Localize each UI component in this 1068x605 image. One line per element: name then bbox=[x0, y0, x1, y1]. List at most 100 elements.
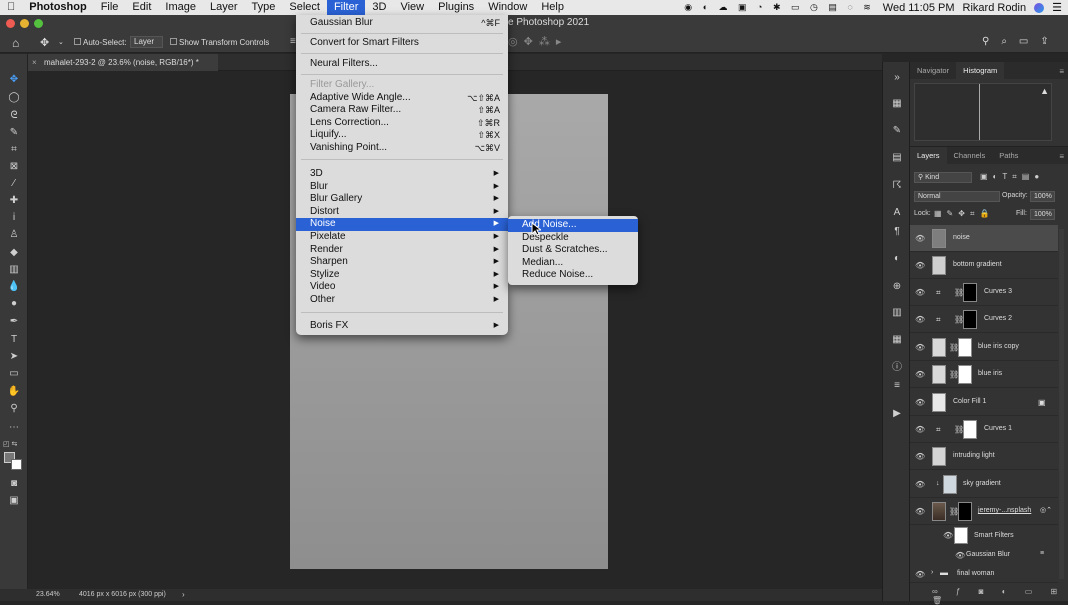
close-tab-icon[interactable]: × bbox=[32, 54, 37, 71]
quick-select-tool-icon[interactable]: ✎ bbox=[7, 127, 21, 139]
menu-item-noise[interactable]: Noise ▶ bbox=[296, 218, 508, 231]
layer-row[interactable]: 👁 intruding light bbox=[910, 443, 1058, 470]
document-tab[interactable]: × mahalet-293-2 @ 23.6% (noise, RGB/16*)… bbox=[28, 54, 218, 71]
menubar-user[interactable]: Rikard Rodin bbox=[963, 2, 1027, 14]
menu-item-sharpen[interactable]: Sharpen ▶ bbox=[296, 256, 508, 269]
timeline-play-icon[interactable]: ▶ bbox=[891, 408, 903, 420]
menu-window[interactable]: Window bbox=[481, 0, 534, 15]
quick-mask-icon[interactable]: ◙ bbox=[7, 478, 21, 490]
blur-tool-icon[interactable]: 💧 bbox=[7, 281, 21, 293]
menu-item-camera-raw[interactable]: Camera Raw Filter... ⇧⌘A bbox=[296, 104, 508, 117]
visibility-eye-icon[interactable]: 👁 bbox=[915, 507, 925, 516]
visibility-eye-icon[interactable]: 👁 bbox=[915, 480, 925, 489]
screen-mode-icon[interactable]: ▣ bbox=[7, 495, 21, 507]
tab-histogram[interactable]: Histogram bbox=[956, 62, 1005, 79]
clone-stamp-tool-icon[interactable]: ♙ bbox=[7, 229, 21, 241]
layer-row[interactable]: 👁 noise bbox=[910, 225, 1058, 252]
siri-icon[interactable] bbox=[1034, 2, 1045, 13]
tab-paths[interactable]: Paths bbox=[992, 147, 1025, 164]
zoom-level[interactable]: 23.64% bbox=[36, 591, 60, 598]
minimize-window-button[interactable] bbox=[20, 19, 29, 28]
healing-brush-tool-icon[interactable]: ✚ bbox=[7, 195, 21, 207]
move-tool-icon[interactable]: ✥ bbox=[7, 74, 21, 86]
default-colors-icon[interactable]: ◰ ⇆ bbox=[3, 440, 17, 448]
visibility-eye-icon[interactable]: 👁 bbox=[915, 288, 925, 297]
menu-item-add-noise[interactable]: Add Noise... bbox=[508, 219, 638, 232]
menu-item-distort[interactable]: Distort ▶ bbox=[296, 206, 508, 219]
tool-preset-chevron-icon[interactable]: ⌄ bbox=[58, 38, 64, 46]
menu-item-neural-filters[interactable]: Neural Filters... bbox=[296, 58, 508, 71]
menu-3d[interactable]: 3D bbox=[365, 0, 393, 15]
menu-item-despeckle[interactable]: Despeckle bbox=[508, 232, 638, 245]
filter-row[interactable]: 👁 Gaussian Blur ≡ bbox=[910, 547, 1058, 563]
menu-filter[interactable]: Filter bbox=[326, 0, 366, 15]
panel-menu-icon[interactable]: ≡ bbox=[1059, 67, 1064, 76]
path-selection-tool-icon[interactable]: ➤ bbox=[7, 351, 21, 363]
apple-icon[interactable]:  bbox=[0, 0, 22, 15]
menu-layer[interactable]: Layer bbox=[203, 0, 245, 15]
marquee-tool-icon[interactable]: ◯ bbox=[7, 92, 21, 104]
layer-row[interactable]: 👁 ⛓ blue iris bbox=[910, 361, 1058, 388]
menu-item-3d[interactable]: 3D ▶ bbox=[296, 168, 508, 181]
menubar-clock[interactable]: Wed 11:05 PM bbox=[883, 2, 955, 14]
menu-item-render[interactable]: Render ▶ bbox=[296, 244, 508, 257]
menu-item-adaptive-wide-angle[interactable]: Adaptive Wide Angle... ⌥⇧⌘A bbox=[296, 92, 508, 105]
menu-item-convert-smart-filters[interactable]: Convert for Smart Filters bbox=[296, 37, 508, 50]
menu-item-dust-scratches[interactable]: Dust & Scratches... bbox=[508, 244, 638, 257]
layer-group-row[interactable]: 👁 › ▬ final woman bbox=[910, 565, 1058, 583]
layer-row[interactable]: 👁 ⛓ jeremy-...nsplash ◎⌃ bbox=[910, 498, 1058, 525]
layer-row[interactable]: 👁 ⌗ ⛓ Curves 1 bbox=[910, 416, 1058, 443]
crop-tool-icon[interactable]: ⌗ bbox=[7, 144, 21, 156]
opacity-field[interactable]: 100% bbox=[1030, 191, 1055, 202]
visibility-eye-icon[interactable]: 👁 bbox=[915, 234, 925, 243]
home-icon[interactable]: ⌂ bbox=[12, 36, 19, 50]
layer-row[interactable]: 👁 Color Fill 1 ▣ bbox=[910, 389, 1058, 416]
fill-field[interactable]: 100% bbox=[1030, 209, 1055, 220]
align-icon[interactable]: ≡ bbox=[290, 36, 296, 47]
tab-layers[interactable]: Layers bbox=[910, 147, 947, 164]
paragraph-icon[interactable]: ¶ bbox=[891, 226, 903, 238]
dodge-tool-icon[interactable]: ● bbox=[7, 298, 21, 310]
visibility-eye-icon[interactable]: 👁 bbox=[915, 261, 925, 270]
actions-icon[interactable]: ☈ bbox=[891, 180, 903, 192]
menu-item-blur-gallery[interactable]: Blur Gallery ▶ bbox=[296, 193, 508, 206]
group-expand-chevron-icon[interactable]: › bbox=[931, 569, 933, 576]
tab-channels[interactable]: Channels bbox=[947, 147, 993, 164]
menu-edit[interactable]: Edit bbox=[125, 0, 158, 15]
rectangle-tool-icon[interactable]: ▭ bbox=[7, 368, 21, 380]
visibility-eye-icon[interactable]: 👁 bbox=[915, 425, 925, 434]
layer-row[interactable]: 👁 ⌗ ⛓ Curves 2 bbox=[910, 306, 1058, 333]
blending-options-icon[interactable]: ≡ bbox=[1040, 550, 1044, 557]
menu-help[interactable]: Help bbox=[534, 0, 571, 15]
brush-settings-icon[interactable]: ✎ bbox=[891, 125, 903, 137]
smart-filter-toggle-icon[interactable]: ◎⌃ bbox=[1040, 506, 1052, 514]
move-tool-icon[interactable]: ✥ bbox=[40, 36, 49, 49]
layer-row[interactable]: 👁 ↓ sky gradient bbox=[910, 471, 1058, 498]
swatches-icon[interactable]: ⊕ bbox=[891, 281, 903, 293]
frame-tool-icon[interactable]: ⊠ bbox=[7, 161, 21, 173]
layer-filter-kind-dropdown[interactable]: ⚲ Kind bbox=[914, 172, 972, 183]
menu-item-reduce-noise[interactable]: Reduce Noise... bbox=[508, 269, 638, 282]
menu-view[interactable]: View bbox=[393, 0, 431, 15]
layer-filter-icons[interactable]: ▣◐T⌗▤● bbox=[980, 172, 1044, 182]
visibility-eye-icon[interactable]: 👁 bbox=[915, 370, 925, 379]
eraser-tool-icon[interactable]: ◆ bbox=[7, 247, 21, 259]
color-icon[interactable]: ◐ bbox=[891, 253, 903, 265]
gradient-tool-icon[interactable]: ▥ bbox=[7, 264, 21, 276]
show-transform-checkbox[interactable] bbox=[170, 38, 177, 45]
menu-item-video[interactable]: Video ▶ bbox=[296, 281, 508, 294]
visibility-eye-icon[interactable]: 👁 bbox=[915, 452, 925, 461]
auto-select-dropdown[interactable]: Layer bbox=[130, 36, 163, 48]
layer-effects-icon[interactable]: ▣ bbox=[1038, 398, 1046, 407]
character-icon[interactable]: A bbox=[891, 207, 903, 219]
visibility-eye-icon[interactable]: 👁 bbox=[915, 315, 925, 324]
lock-icons[interactable]: ▦✎✥⌗🔒 bbox=[934, 209, 994, 219]
visibility-eye-icon[interactable]: 👁 bbox=[955, 551, 965, 560]
menu-app-photoshop[interactable]: Photoshop bbox=[22, 0, 93, 15]
background-color-swatch[interactable] bbox=[11, 459, 22, 470]
visibility-eye-icon[interactable]: 👁 bbox=[915, 343, 925, 352]
eyedropper-tool-icon[interactable]: ⁄ bbox=[7, 178, 21, 190]
blend-mode-dropdown[interactable]: Normal bbox=[914, 191, 1000, 202]
status-menu-chevron-icon[interactable]: › bbox=[182, 590, 185, 599]
visibility-eye-icon[interactable]: 👁 bbox=[915, 398, 925, 407]
